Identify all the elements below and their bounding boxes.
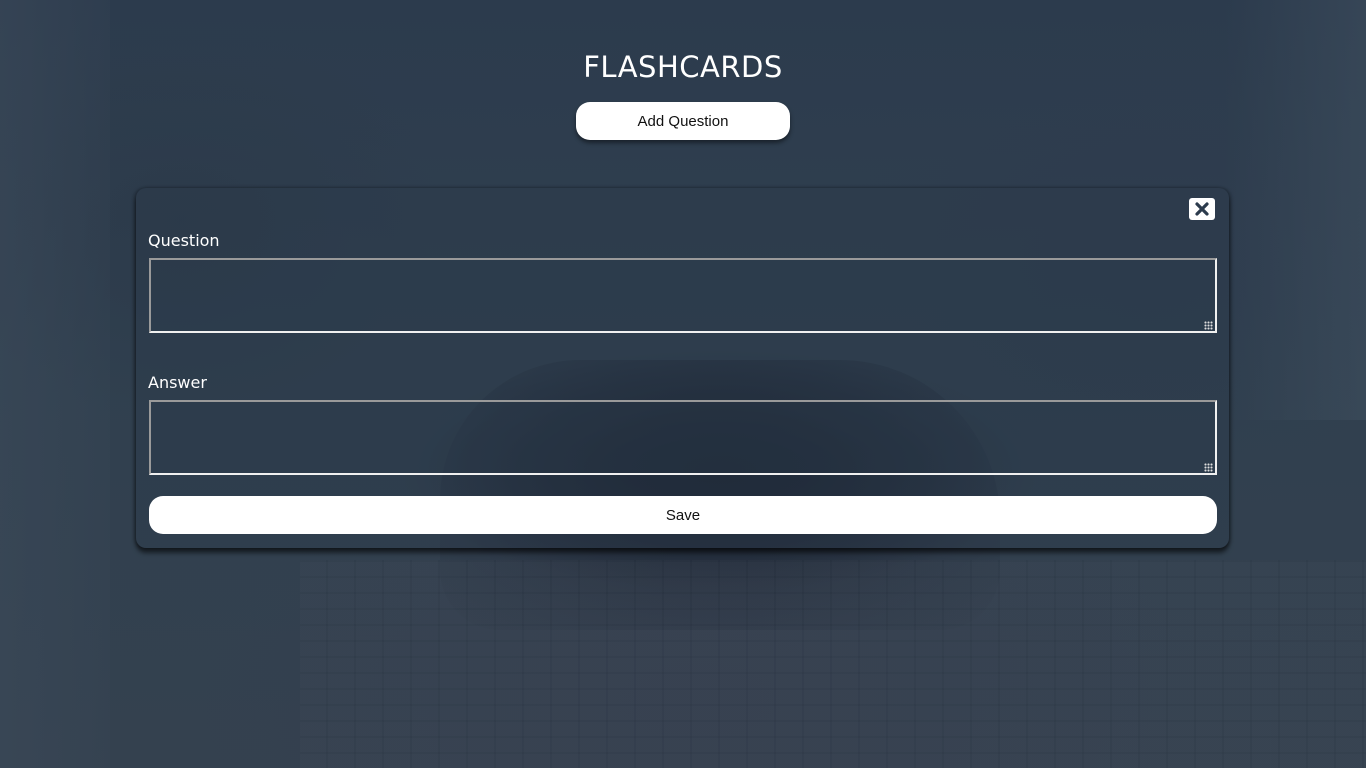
question-form-card: Question Answer Save (136, 188, 1229, 548)
close-icon (1195, 202, 1209, 216)
background-foliage-left (0, 0, 110, 768)
page-title: FLASHCARDS (583, 50, 783, 84)
answer-textarea[interactable] (149, 400, 1217, 475)
answer-label: Answer (148, 373, 207, 392)
question-textarea[interactable] (149, 258, 1217, 333)
background-pavement (300, 560, 1366, 768)
add-question-button[interactable]: Add Question (576, 102, 790, 140)
question-label: Question (148, 231, 220, 250)
close-button[interactable] (1189, 198, 1215, 220)
save-button[interactable]: Save (149, 496, 1217, 534)
